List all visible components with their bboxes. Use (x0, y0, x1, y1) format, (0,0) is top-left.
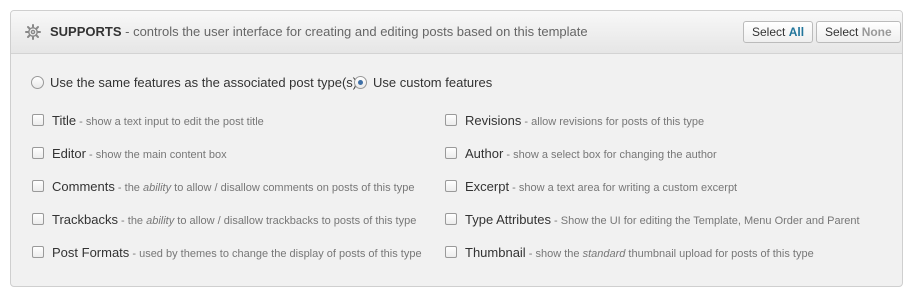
option-comments-desc-a: - the (114, 182, 143, 194)
option-trackbacks-label: Trackbacks (52, 212, 118, 227)
option-excerpt-label: Excerpt (465, 179, 510, 194)
editor-checkbox[interactable] (32, 147, 44, 159)
supports-panel: SUPPORTS - controls the user interface f… (10, 10, 903, 287)
thumbnail-checkbox[interactable] (445, 246, 457, 258)
option-type-attributes[interactable]: Type Attributes - Show the UI for editin… (445, 212, 860, 228)
option-title-label: Title (52, 113, 77, 128)
option-thumbnail-label: Thumbnail (465, 245, 526, 260)
option-title[interactable]: Title - show a text input to edit the po… (32, 113, 264, 129)
option-thumbnail-desc-b: thumbnail upload for posts of this type (625, 248, 814, 260)
gear-icon (25, 24, 41, 40)
option-excerpt[interactable]: Excerpt - show a text area for writing a… (445, 179, 737, 195)
select-none-button[interactable]: Select None (816, 21, 901, 43)
select-all-prefix: Select (752, 25, 789, 39)
panel-title: SUPPORTS - controls the user interface f… (50, 24, 588, 40)
option-editor[interactable]: Editor - show the main content box (32, 146, 227, 162)
author-checkbox[interactable] (445, 147, 457, 159)
select-all-button[interactable]: Select All (743, 21, 814, 43)
trackbacks-checkbox[interactable] (32, 213, 44, 225)
option-comments-desc-em: ability (142, 182, 172, 194)
type-attributes-checkbox[interactable] (445, 213, 457, 225)
radio-same-features[interactable]: Use the same features as the associated … (31, 74, 357, 92)
title-checkbox[interactable] (32, 114, 44, 126)
option-editor-desc: - show the main content box (85, 149, 227, 161)
select-none-prefix: Select (825, 25, 862, 39)
option-trackbacks[interactable]: Trackbacks - the ability to allow / disa… (32, 212, 416, 228)
option-thumbnail-desc-a: - show the (525, 248, 583, 260)
option-comments-label: Comments (52, 179, 115, 194)
radio-custom-features[interactable]: Use custom features (354, 74, 492, 92)
option-revisions-desc: - allow revisions for posts of this type (521, 116, 705, 128)
radio-same-features-button[interactable] (31, 76, 44, 89)
option-thumbnail-desc: - show the standard thumbnail upload for… (526, 248, 814, 260)
option-title-desc: - show a text input to edit the post tit… (76, 116, 264, 128)
excerpt-checkbox[interactable] (445, 180, 457, 192)
comments-checkbox[interactable] (32, 180, 44, 192)
option-author[interactable]: Author - show a select box for changing … (445, 146, 717, 162)
option-comments-desc: - the ability to allow / disallow commen… (115, 182, 415, 194)
option-type-attributes-desc: - Show the UI for editing the Template, … (551, 215, 860, 227)
revisions-checkbox[interactable] (445, 114, 457, 126)
option-author-label: Author (465, 146, 504, 161)
option-editor-label: Editor (52, 146, 86, 161)
option-trackbacks-desc-em: ability (146, 215, 175, 227)
option-revisions-label: Revisions (465, 113, 522, 128)
panel-header: SUPPORTS - controls the user interface f… (11, 11, 902, 54)
radio-custom-features-button[interactable] (354, 76, 367, 89)
post-formats-checkbox[interactable] (32, 246, 44, 258)
option-post-formats-desc: - used by themes to change the display o… (129, 248, 422, 260)
option-comments[interactable]: Comments - the ability to allow / disall… (32, 179, 414, 195)
panel-title-heading: SUPPORTS (50, 24, 122, 39)
option-post-formats-label: Post Formats (52, 245, 130, 260)
panel-title-subtitle: - controls the user interface for creati… (121, 24, 588, 39)
radio-custom-features-label: Use custom features (373, 75, 493, 90)
option-post-formats[interactable]: Post Formats - used by themes to change … (32, 245, 422, 261)
option-comments-desc-b: to allow / disallow comments on posts of… (171, 182, 415, 194)
select-none-accent: None (861, 25, 892, 39)
option-revisions[interactable]: Revisions - allow revisions for posts of… (445, 113, 704, 129)
option-type-attributes-label: Type Attributes (465, 212, 551, 227)
radio-same-features-label: Use the same features as the associated … (50, 75, 358, 90)
select-all-accent: All (788, 25, 805, 39)
option-excerpt-desc: - show a text area for writing a custom … (509, 182, 738, 194)
option-author-desc: - show a select box for changing the aut… (503, 149, 717, 161)
option-thumbnail[interactable]: Thumbnail - show the standard thumbnail … (445, 245, 814, 261)
option-trackbacks-desc-b: to allow / disallow trackbacks to posts … (174, 215, 417, 227)
option-trackbacks-desc-a: - the (117, 215, 147, 227)
option-thumbnail-desc-em: standard (582, 248, 626, 260)
option-trackbacks-desc: - the ability to allow / disallow trackb… (118, 215, 416, 227)
